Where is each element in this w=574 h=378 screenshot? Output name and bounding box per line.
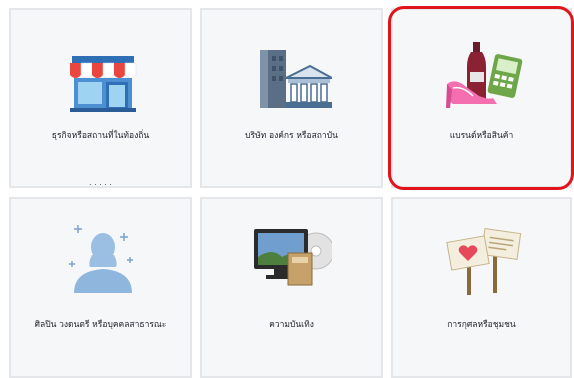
tile-label: ความบันเทิง bbox=[269, 320, 314, 330]
tile-label: ศิลปิน วงดนตรี หรือบุคคลสาธารณะ bbox=[34, 320, 167, 330]
entertainment-icon bbox=[252, 227, 332, 289]
storefront-icon bbox=[68, 54, 138, 112]
brand-products-icon bbox=[445, 38, 525, 110]
category-tile-artist[interactable]: ศิลปิน วงดนตรี หรือบุคคลสาธารณะ bbox=[9, 197, 192, 378]
tile-label: บริษัท องค์กร หรือสถาบัน bbox=[245, 131, 338, 141]
category-tile-entertainment[interactable]: ความบันเทิง bbox=[200, 197, 383, 378]
person-silhouette-icon bbox=[66, 221, 140, 293]
tile-label: การกุศลหรือชุมชน bbox=[447, 320, 516, 330]
tile-sublabel: . . . . . bbox=[89, 178, 112, 187]
category-tile-company[interactable]: บริษัท องค์กร หรือสถาบัน bbox=[200, 8, 383, 188]
category-tile-local-business[interactable]: ธุรกิจหรือสถานที่ในท้องถิ่น . . . . . bbox=[9, 8, 192, 188]
tile-label: แบรนด์หรือสินค้า bbox=[449, 131, 514, 141]
category-tile-cause[interactable]: การกุศลหรือชุมชน bbox=[391, 197, 572, 378]
category-tile-brand[interactable]: แบรนด์หรือสินค้า bbox=[391, 8, 572, 188]
office-building-icon bbox=[254, 48, 332, 110]
tile-label: ธุรกิจหรือสถานที่ในท้องถิ่น bbox=[51, 131, 150, 141]
signboard-icon bbox=[445, 227, 523, 295]
